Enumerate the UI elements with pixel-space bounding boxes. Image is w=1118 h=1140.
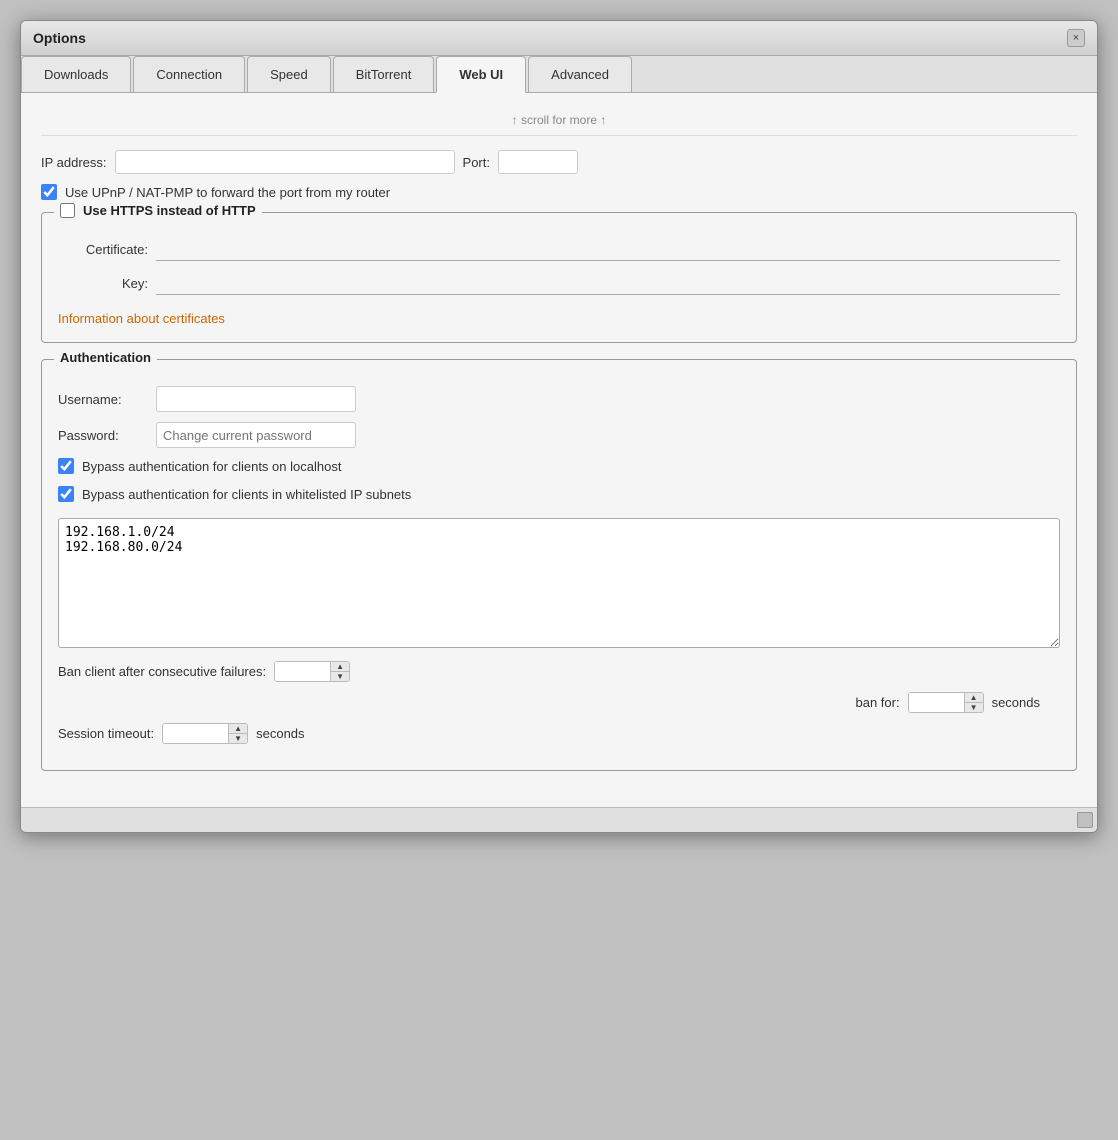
session-arrows: ▲ ▼ bbox=[228, 724, 247, 743]
tab-speed[interactable]: Speed bbox=[247, 56, 331, 92]
options-window: Options × Downloads Connection Speed Bit… bbox=[20, 20, 1098, 833]
https-checkbox[interactable] bbox=[60, 203, 75, 218]
bypass-localhost-checkbox[interactable] bbox=[58, 458, 74, 474]
https-section: Use HTTPS instead of HTTP Certificate: K… bbox=[41, 212, 1077, 343]
tab-advanced[interactable]: Advanced bbox=[528, 56, 632, 92]
certificate-row: Certificate: bbox=[58, 237, 1060, 261]
scroll-hint: ↑ scroll for more ↑ bbox=[41, 109, 1077, 136]
bypass-whitelist-checkbox[interactable] bbox=[58, 486, 74, 502]
content-area: ↑ scroll for more ↑ IP address: Port: Us… bbox=[21, 93, 1097, 807]
session-increment-button[interactable]: ▲ bbox=[229, 724, 247, 734]
password-row: Password: bbox=[58, 422, 1060, 448]
scrollbar-area bbox=[21, 807, 1097, 832]
key-input[interactable] bbox=[156, 271, 1060, 295]
password-label: Password: bbox=[58, 428, 148, 443]
bypass-localhost-label: Bypass authentication for clients on loc… bbox=[82, 459, 341, 474]
ban-value-input[interactable]: 10 bbox=[275, 662, 330, 681]
ban-for-row: ban for: 3600 ▲ ▼ seconds bbox=[58, 692, 1060, 713]
bypass-whitelist-label: Bypass authentication for clients in whi… bbox=[82, 487, 411, 502]
upnp-checkbox[interactable] bbox=[41, 184, 57, 200]
session-seconds-label: seconds bbox=[256, 726, 304, 741]
username-input[interactable] bbox=[156, 386, 356, 412]
ban-for-decrement-button[interactable]: ▼ bbox=[965, 703, 983, 712]
session-decrement-button[interactable]: ▼ bbox=[229, 734, 247, 743]
bypass-whitelist-row: Bypass authentication for clients in whi… bbox=[58, 486, 1060, 502]
window-title: Options bbox=[33, 30, 86, 46]
close-button[interactable]: × bbox=[1067, 29, 1085, 47]
auth-legend: Authentication bbox=[54, 350, 157, 365]
port-label: Port: bbox=[463, 155, 490, 170]
upnp-label: Use UPnP / NAT-PMP to forward the port f… bbox=[65, 185, 390, 200]
tab-bar: Downloads Connection Speed BitTorrent We… bbox=[21, 56, 1097, 93]
ban-for-arrows: ▲ ▼ bbox=[964, 693, 983, 712]
ip-label: IP address: bbox=[41, 155, 107, 170]
ban-for-label: ban for: bbox=[855, 695, 899, 710]
session-timeout-label: Session timeout: bbox=[58, 726, 154, 741]
tab-webui[interactable]: Web UI bbox=[436, 56, 526, 93]
scrollbar-thumb[interactable] bbox=[1077, 812, 1093, 828]
ban-seconds-label: seconds bbox=[992, 695, 1040, 710]
ban-for-increment-button[interactable]: ▲ bbox=[965, 693, 983, 703]
https-legend-label: Use HTTPS instead of HTTP bbox=[83, 203, 256, 218]
session-timeout-spinner[interactable]: 25920 ▲ ▼ bbox=[162, 723, 248, 744]
ban-value-spinner[interactable]: 10 ▲ ▼ bbox=[274, 661, 350, 682]
certificate-input[interactable] bbox=[156, 237, 1060, 261]
title-bar: Options × bbox=[21, 21, 1097, 56]
tab-downloads[interactable]: Downloads bbox=[21, 56, 131, 92]
port-input[interactable] bbox=[498, 150, 578, 174]
bypass-localhost-row: Bypass authentication for clients on loc… bbox=[58, 458, 1060, 474]
upnp-row: Use UPnP / NAT-PMP to forward the port f… bbox=[41, 184, 1077, 200]
info-link[interactable]: Information about certificates bbox=[58, 311, 225, 326]
password-input[interactable] bbox=[156, 422, 356, 448]
ban-for-spinner[interactable]: 3600 ▲ ▼ bbox=[908, 692, 984, 713]
ban-label: Ban client after consecutive failures: bbox=[58, 664, 266, 679]
https-legend: Use HTTPS instead of HTTP bbox=[54, 203, 262, 218]
ban-arrows: ▲ ▼ bbox=[330, 662, 349, 681]
username-label: Username: bbox=[58, 392, 148, 407]
ip-address-input[interactable] bbox=[115, 150, 455, 174]
ip-port-row: IP address: Port: bbox=[41, 150, 1077, 174]
whitelist-textarea[interactable] bbox=[58, 518, 1060, 648]
username-row: Username: bbox=[58, 386, 1060, 412]
session-timeout-row: Session timeout: 25920 ▲ ▼ seconds bbox=[58, 723, 1060, 744]
ban-for-input[interactable]: 3600 bbox=[909, 693, 964, 712]
tab-connection[interactable]: Connection bbox=[133, 56, 245, 92]
key-label: Key: bbox=[58, 276, 148, 291]
auth-section: Authentication Username: Password: Bypas… bbox=[41, 359, 1077, 771]
tab-bittorrent[interactable]: BitTorrent bbox=[333, 56, 435, 92]
ban-decrement-button[interactable]: ▼ bbox=[331, 672, 349, 681]
session-timeout-input[interactable]: 25920 bbox=[163, 724, 228, 743]
ban-row: Ban client after consecutive failures: 1… bbox=[58, 661, 1060, 682]
key-row: Key: bbox=[58, 271, 1060, 295]
ban-increment-button[interactable]: ▲ bbox=[331, 662, 349, 672]
certificate-label: Certificate: bbox=[58, 242, 148, 257]
